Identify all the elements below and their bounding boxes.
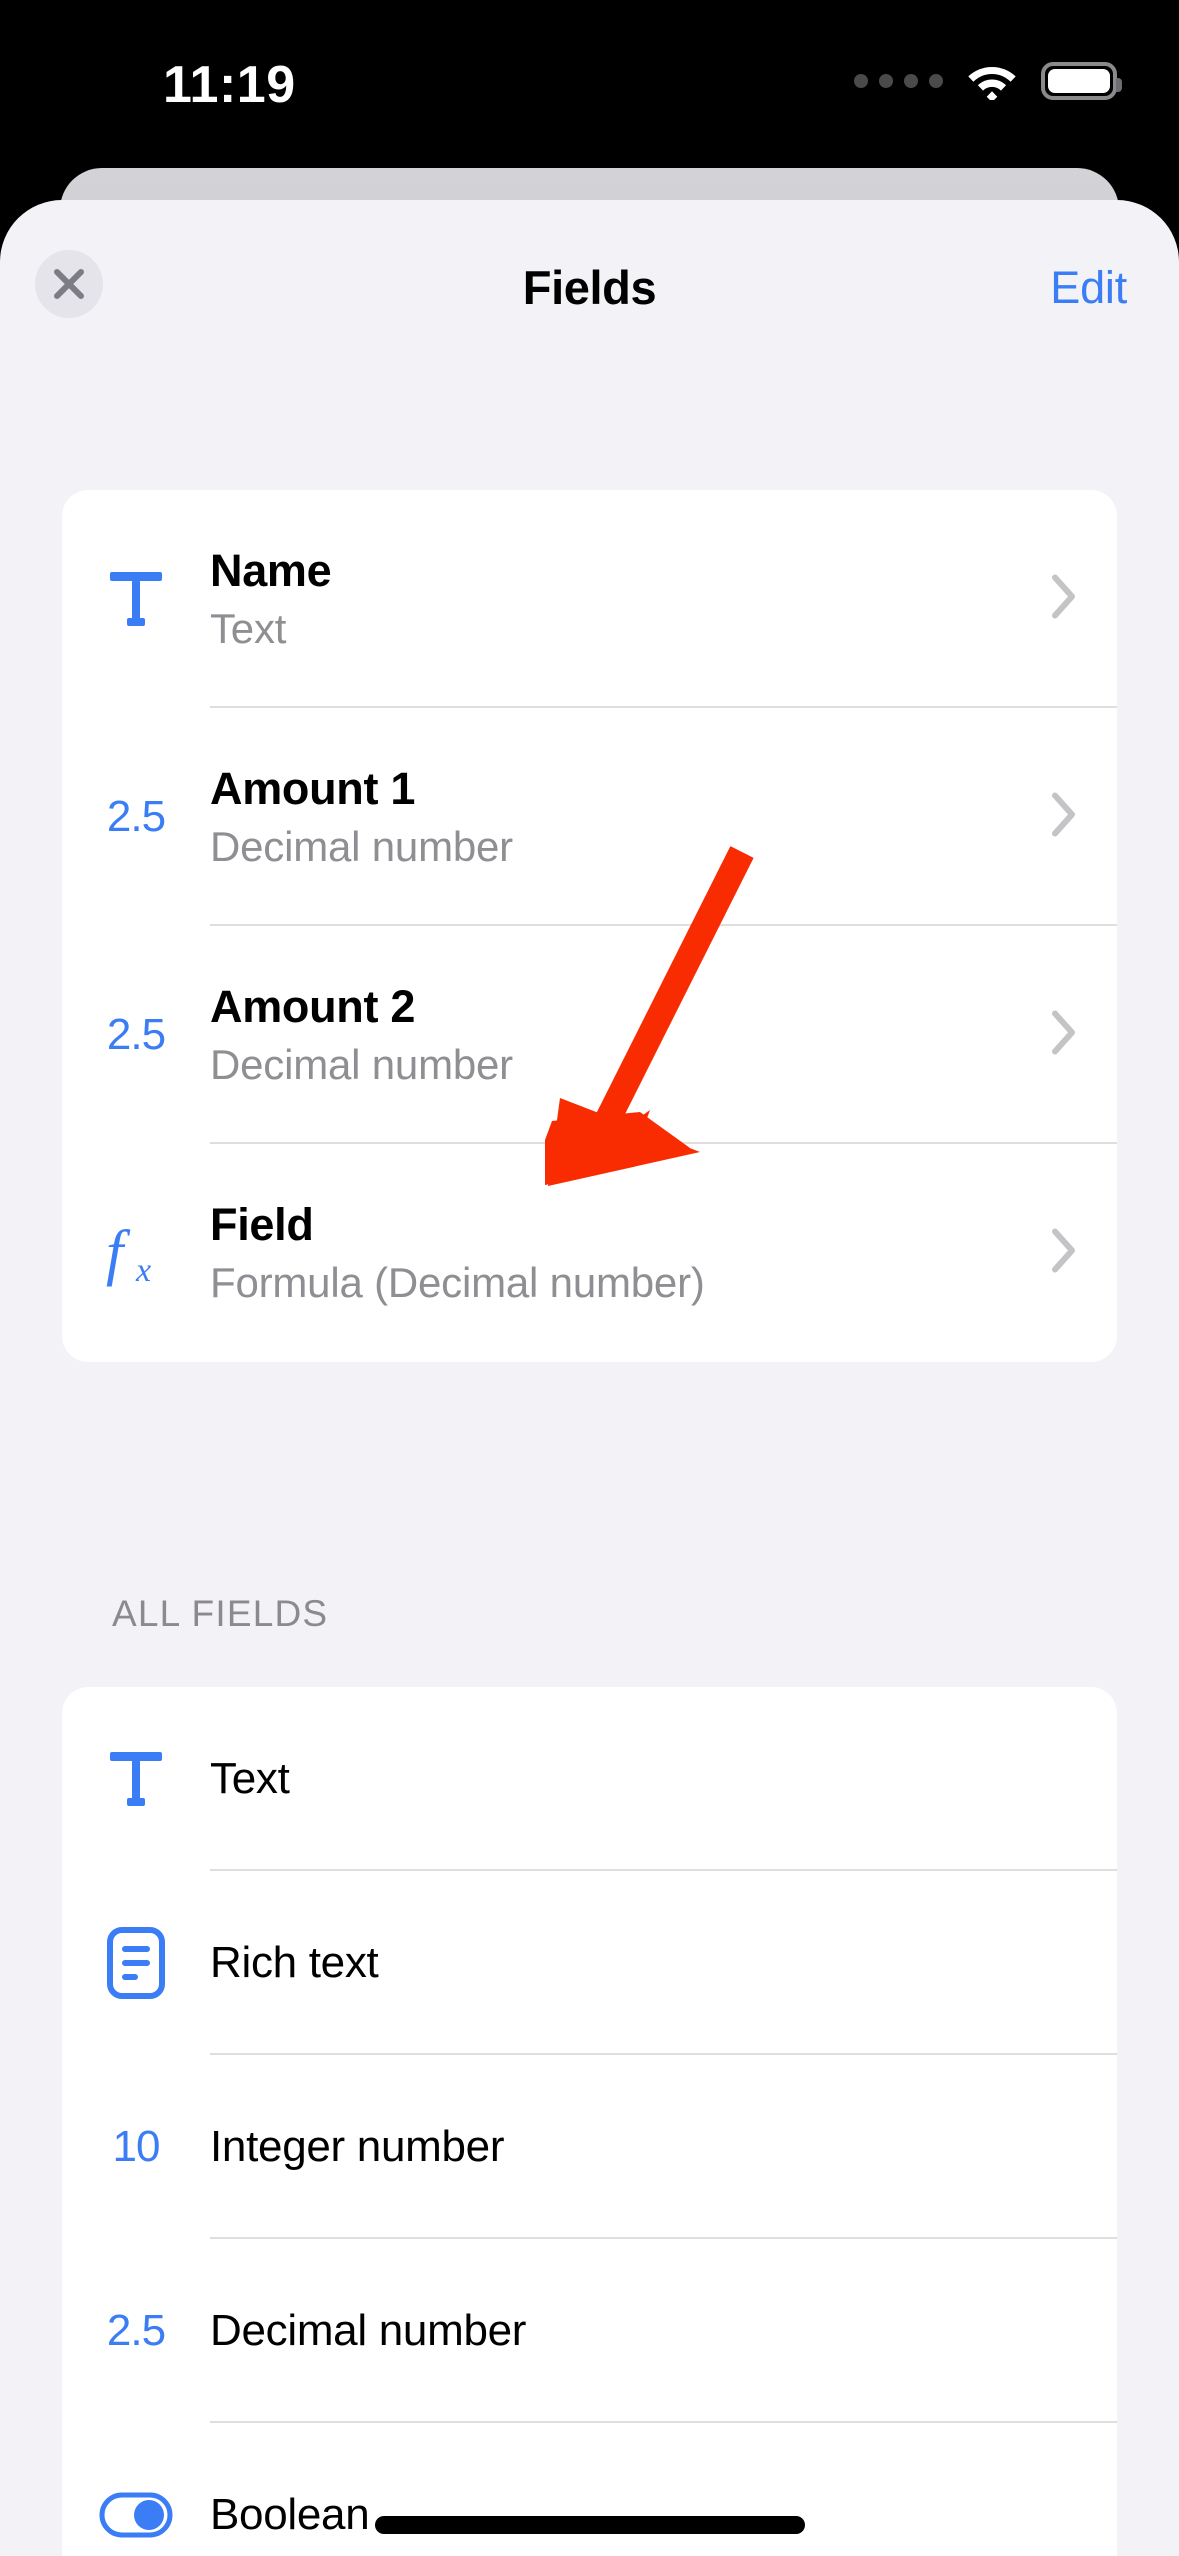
field-row-subtitle: Decimal number [210,822,513,870]
decimal-number-icon: 2.5 [62,792,210,842]
all-field-row-boolean[interactable]: Boolean [62,2423,1117,2556]
field-row-title: Amount 2 [210,980,416,1032]
status-bar-time: 11:19 [163,56,296,114]
all-field-title: Decimal number [210,2306,527,2355]
chevron-right-icon [1051,792,1077,843]
field-row-text-block: Name Text [210,544,1117,654]
page-title: Fields [522,261,657,314]
svg-text:f: f [106,1219,131,1287]
all-field-row-decimal-number[interactable]: 2.5 Decimal number [62,2239,1117,2423]
all-field-text-block: Rich text [210,1938,1117,1988]
all-field-title: Text [210,1754,290,1803]
formula-fx-icon: f x [62,1215,210,1291]
field-row-title: Name [210,544,332,596]
all-field-text-block: Text [210,1754,1117,1804]
svg-text:x: x [135,1252,151,1289]
integer-number-glyph: 10 [112,2122,161,2171]
all-field-row-integer-number[interactable]: 10 Integer number [62,2055,1117,2239]
field-row-amount-1[interactable]: 2.5 Amount 1 Decimal number [62,708,1117,926]
text-t-icon [62,1747,210,1811]
boolean-toggle-icon [62,2492,210,2538]
rich-text-icon [62,1927,210,1999]
field-row-text-block: Amount 1 Decimal number [210,762,1117,872]
wifi-icon [965,62,1019,100]
decimal-number-glyph: 2.5 [106,2306,166,2355]
all-field-row-text[interactable]: Text [62,1687,1117,1871]
field-row-subtitle: Text [210,604,287,652]
decimal-number-glyph: 2.5 [106,1010,166,1059]
field-row-amount-2[interactable]: 2.5 Amount 2 Decimal number [62,926,1117,1144]
field-row-subtitle: Decimal number [210,1040,513,1088]
all-field-text-block: Integer number [210,2122,1117,2172]
all-field-row-rich-text[interactable]: Rich text [62,1871,1117,2055]
field-row-title: Field [210,1198,314,1250]
field-row-title: Amount 1 [210,762,416,814]
decimal-number-glyph: 2.5 [106,792,166,841]
cellular-dots-icon [854,74,943,88]
battery-full-icon [1041,62,1122,100]
field-row-text-block: Amount 2 Decimal number [210,980,1117,1090]
fields-sheet: Fields Edit Name Text 2.5 Amount 1 Decim… [0,200,1179,2556]
field-row-field-formula[interactable]: f x Field Formula (Decimal number) [62,1144,1117,1362]
home-indicator [374,2516,805,2534]
edit-button[interactable]: Edit [1050,262,1127,314]
all-fields-section-header: ALL FIELDS [112,1593,329,1634]
decimal-number-icon: 2.5 [62,1010,210,1060]
field-row-name[interactable]: Name Text [62,490,1117,708]
current-fields-card: Name Text 2.5 Amount 1 Decimal number 2.… [62,490,1117,1362]
all-field-title: Integer number [210,2122,505,2171]
chevron-right-icon [1051,1010,1077,1061]
status-bar: 11:19 [0,0,1179,170]
decimal-number-icon: 2.5 [62,2306,210,2356]
all-fields-card: Text Rich text 10 Integer number 2.5 Dec… [62,1687,1117,2556]
all-field-text-block: Decimal number [210,2306,1117,2356]
field-row-subtitle: Formula (Decimal number) [210,1258,705,1306]
sheet-navigation-bar: Fields Edit [0,200,1179,360]
field-row-text-block: Field Formula (Decimal number) [210,1198,1117,1308]
integer-number-icon: 10 [62,2122,210,2172]
all-field-title: Rich text [210,1938,379,1987]
status-bar-indicators [854,62,1122,100]
chevron-right-icon [1051,574,1077,625]
text-t-icon [62,567,210,631]
chevron-right-icon [1051,1228,1077,1279]
